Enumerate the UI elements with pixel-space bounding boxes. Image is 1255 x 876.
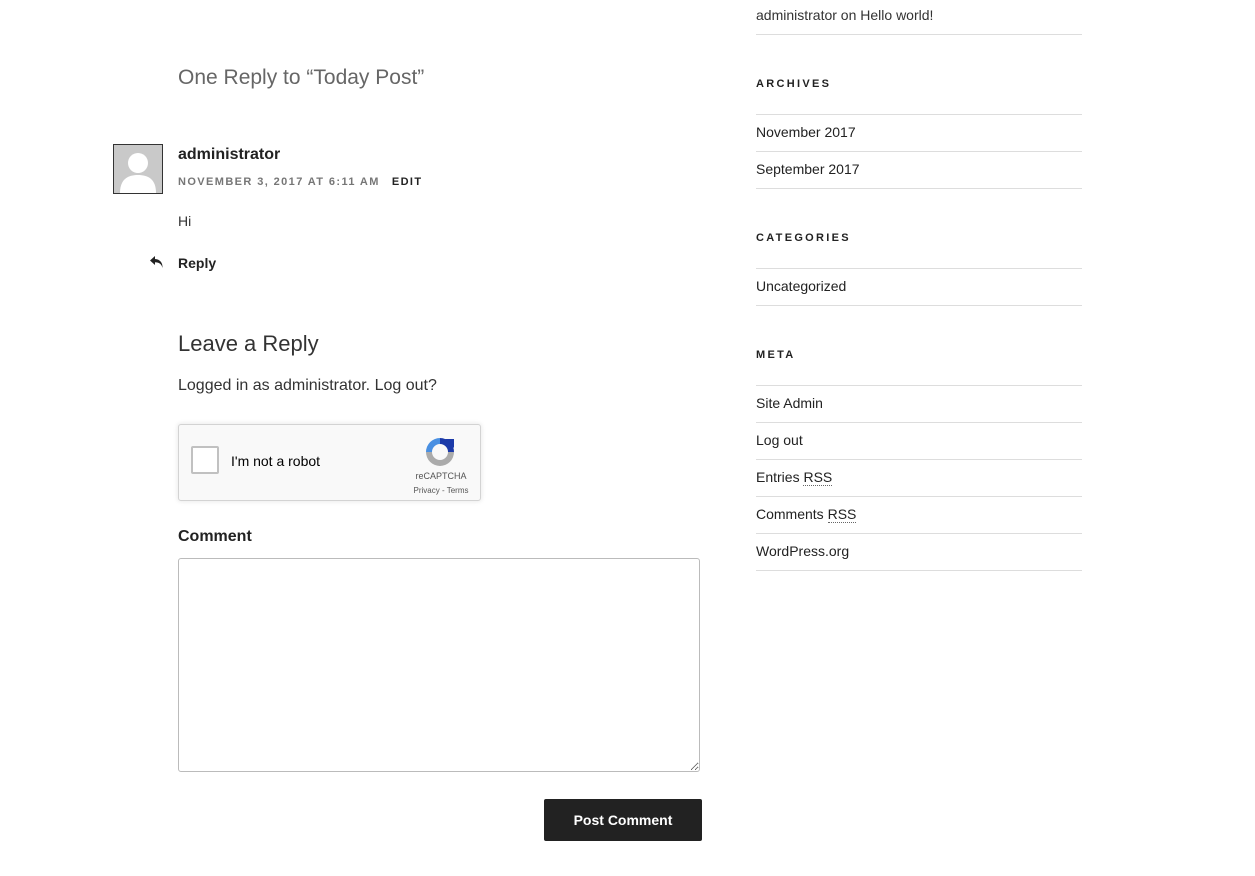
divider — [756, 459, 1082, 460]
reply-arrow-icon — [150, 256, 163, 268]
divider — [756, 268, 1082, 269]
logged-in-suffix: . — [365, 377, 375, 394]
default-avatar-icon — [114, 145, 162, 193]
rss-abbr: RSS — [827, 506, 857, 523]
meta-wordpress-org-link[interactable]: WordPress.org — [756, 543, 849, 559]
comments-label: Comments — [756, 506, 828, 522]
divider — [756, 422, 1082, 423]
logout-link[interactable]: Log out? — [375, 377, 437, 394]
archives-title: Archives — [756, 78, 832, 90]
comment-label: Comment — [178, 528, 252, 545]
reply-title: Leave a Reply — [178, 331, 319, 356]
recaptcha-logo-icon — [426, 438, 454, 466]
divider — [756, 151, 1082, 152]
logged-in-prefix: Logged in as — [178, 377, 275, 394]
recent-comment-connector: on — [836, 7, 861, 23]
archive-item-november-2017[interactable]: November 2017 — [756, 124, 856, 140]
comment-meta: November 3, 2017 at 6:11 am Edit — [178, 176, 423, 188]
recent-comment-post-link[interactable]: Hello world! — [860, 7, 933, 23]
recaptcha-links: Privacy - Terms — [411, 486, 471, 495]
divider — [756, 533, 1082, 534]
divider — [756, 385, 1082, 386]
profile-link[interactable]: administrator — [274, 377, 366, 394]
rss-abbr: RSS — [803, 469, 833, 486]
recaptcha-privacy-link[interactable]: Privacy — [414, 486, 440, 495]
comment-textarea[interactable] — [178, 558, 700, 772]
comment-date-link[interactable]: November 3, 2017 at 6:11 am — [178, 176, 380, 188]
meta-title: Meta — [756, 349, 796, 361]
recent-comment-author-link[interactable]: administrator — [756, 7, 837, 23]
divider — [756, 188, 1082, 189]
edit-comment-link[interactable]: Edit — [392, 176, 423, 188]
recaptcha-brand: reCAPTCHA — [415, 471, 467, 481]
recaptcha-terms-link[interactable]: Terms — [447, 486, 469, 495]
recaptcha-separator: - — [439, 486, 447, 495]
divider — [756, 305, 1082, 306]
divider — [756, 496, 1082, 497]
comment-author-link[interactable]: administrator — [178, 146, 280, 164]
category-item-uncategorized[interactable]: Uncategorized — [756, 278, 846, 294]
archive-item-september-2017[interactable]: September 2017 — [756, 161, 860, 177]
comment-content: Hi — [178, 213, 192, 229]
post-comment-button[interactable]: Post Comment — [544, 799, 702, 841]
recent-comment-item: administrator on Hello world! — [756, 7, 933, 23]
recaptcha-checkbox[interactable] — [191, 446, 219, 474]
meta-comments-rss-link[interactable]: Comments RSS — [756, 506, 857, 523]
reply-link[interactable]: Reply — [178, 255, 216, 271]
divider — [756, 34, 1082, 35]
divider — [756, 570, 1082, 571]
meta-site-admin-link[interactable]: Site Admin — [756, 395, 823, 411]
categories-title: Categories — [756, 232, 851, 244]
recaptcha-label: I'm not a robot — [231, 453, 321, 469]
logged-in-notice: Logged in as administrator. Log out? — [178, 377, 437, 395]
entries-label: Entries — [756, 469, 804, 485]
comments-title: One Reply to “Today Post” — [178, 66, 425, 89]
avatar — [113, 144, 163, 194]
meta-log-out-link[interactable]: Log out — [756, 432, 803, 448]
meta-entries-rss-link[interactable]: Entries RSS — [756, 469, 833, 486]
divider — [756, 114, 1082, 115]
recaptcha-widget: I'm not a robot reCAPTCHA Privacy - Term… — [178, 424, 481, 501]
